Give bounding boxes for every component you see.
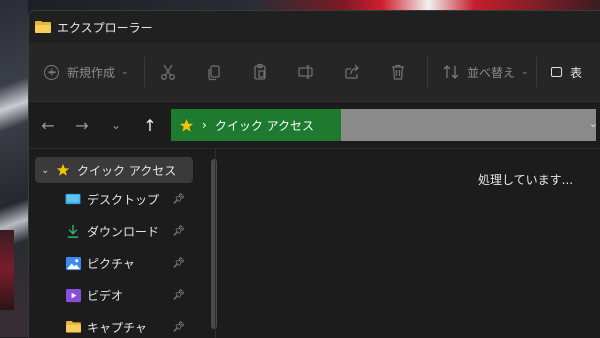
clipboard-icon — [254, 63, 266, 80]
star-icon — [55, 163, 71, 177]
chevron-down-icon: ⌄ — [110, 118, 122, 132]
sort-button-label: 並べ替え — [467, 65, 516, 80]
command-bar: 新規作成 ⌄ 並べ替え ⌄ 表 — [29, 43, 600, 102]
sidebar-item-pictures[interactable]: ピクチャ 📌︎ — [29, 247, 207, 279]
processing-status: 処理しています... — [478, 173, 574, 187]
desktop-wallpaper-accent — [0, 230, 14, 310]
sidebar-item-downloads[interactable]: ダウンロード 📌︎ — [29, 215, 207, 247]
navigation-pane: ⌄ クイック アクセス デスクトップ 📌︎ ダウンロード 📌︎ ピクチャ 📌︎ — [29, 149, 217, 338]
sidebar-item-videos[interactable]: ビデオ 📌︎ — [29, 279, 207, 311]
chevron-down-icon[interactable]: ⌄ — [41, 165, 55, 176]
sidebar-item-desktop[interactable]: デスクトップ 📌︎ — [29, 183, 207, 215]
delete-button[interactable] — [375, 57, 421, 87]
sidebar-item-quick-access[interactable]: ⌄ クイック アクセス — [35, 157, 193, 183]
file-list-pane[interactable]: 処理しています... — [215, 149, 600, 338]
arrow-up-icon: ↑ — [143, 115, 157, 135]
chevron-down-icon: ⌄ — [121, 67, 129, 77]
share-icon — [345, 64, 359, 79]
toolbar-separator — [536, 57, 537, 87]
title-bar[interactable]: エクスプローラー — [29, 11, 600, 43]
desktop-icon — [65, 192, 81, 206]
copy-icon — [208, 65, 220, 81]
explorer-window: エクスプローラー 新規作成 ⌄ 並べ替え ⌄ 表 ← → ⌄ ↑ › クイック … — [28, 10, 600, 338]
desktop-background — [0, 0, 28, 337]
view-button-label: 表 — [570, 65, 583, 80]
cut-button[interactable] — [145, 57, 191, 87]
pin-icon[interactable]: 📌︎ — [172, 226, 185, 237]
breadcrumb-chevron-icon: › — [202, 118, 207, 132]
plus-circle-icon — [44, 64, 59, 80]
address-bar[interactable]: › クイック アクセス ⌄ — [171, 109, 598, 141]
chevron-down-icon: ⌄ — [521, 67, 529, 77]
rename-icon — [298, 65, 313, 79]
toolbar-separator — [427, 57, 428, 87]
sidebar-item-label: クイック アクセス — [77, 163, 177, 178]
sidebar-item-captures[interactable]: キャプチャ 📌︎ — [29, 311, 207, 338]
sort-icon — [443, 65, 459, 79]
pin-icon[interactable]: 📌︎ — [172, 194, 185, 205]
new-button[interactable]: 新規作成 ⌄ — [44, 64, 144, 81]
sidebar-item-label: キャプチャ — [87, 320, 147, 335]
rename-button[interactable] — [283, 57, 329, 87]
pin-icon[interactable]: 📌︎ — [172, 290, 185, 301]
view-icon — [551, 67, 562, 77]
sidebar-item-label: ダウンロード — [87, 224, 160, 239]
sidebar-item-label: ビデオ — [87, 288, 124, 303]
new-button-label: 新規作成 — [67, 65, 116, 80]
sidebar-item-label: ピクチャ — [87, 256, 135, 271]
main-area: ⌄ クイック アクセス デスクトップ 📌︎ ダウンロード 📌︎ ピクチャ 📌︎ — [29, 148, 600, 338]
pin-icon[interactable]: 📌︎ — [172, 258, 185, 269]
share-button[interactable] — [329, 57, 375, 87]
pictures-icon — [65, 256, 81, 270]
star-icon — [179, 118, 194, 132]
breadcrumb-location[interactable]: クイック アクセス — [215, 117, 314, 134]
navigation-bar: ← → ⌄ ↑ › クイック アクセス ⌄ — [29, 102, 600, 148]
desktop-wallpaper-strip — [28, 0, 600, 10]
scissors-icon — [161, 64, 175, 80]
forward-button[interactable]: → — [65, 116, 99, 135]
folder-icon — [65, 320, 81, 334]
back-button[interactable]: ← — [31, 116, 65, 135]
sort-button[interactable]: 並べ替え ⌄ — [442, 63, 536, 81]
download-icon — [65, 224, 81, 238]
view-button[interactable]: 表 — [551, 64, 582, 81]
paste-button[interactable] — [237, 57, 283, 87]
copy-button[interactable] — [191, 57, 237, 87]
recent-locations-button[interactable]: ⌄ — [99, 118, 133, 132]
arrow-right-icon: → — [75, 115, 89, 135]
window-title: エクスプローラー — [57, 20, 153, 35]
up-button[interactable]: ↑ — [133, 116, 167, 135]
sidebar-item-label: デスクトップ — [87, 192, 160, 207]
trash-icon — [392, 64, 404, 80]
folder-icon — [35, 21, 51, 33]
address-dropdown-icon[interactable]: ⌄ — [589, 117, 598, 130]
videos-icon — [65, 288, 81, 302]
pin-icon[interactable]: 📌︎ — [172, 322, 185, 333]
arrow-left-icon: ← — [41, 115, 55, 135]
